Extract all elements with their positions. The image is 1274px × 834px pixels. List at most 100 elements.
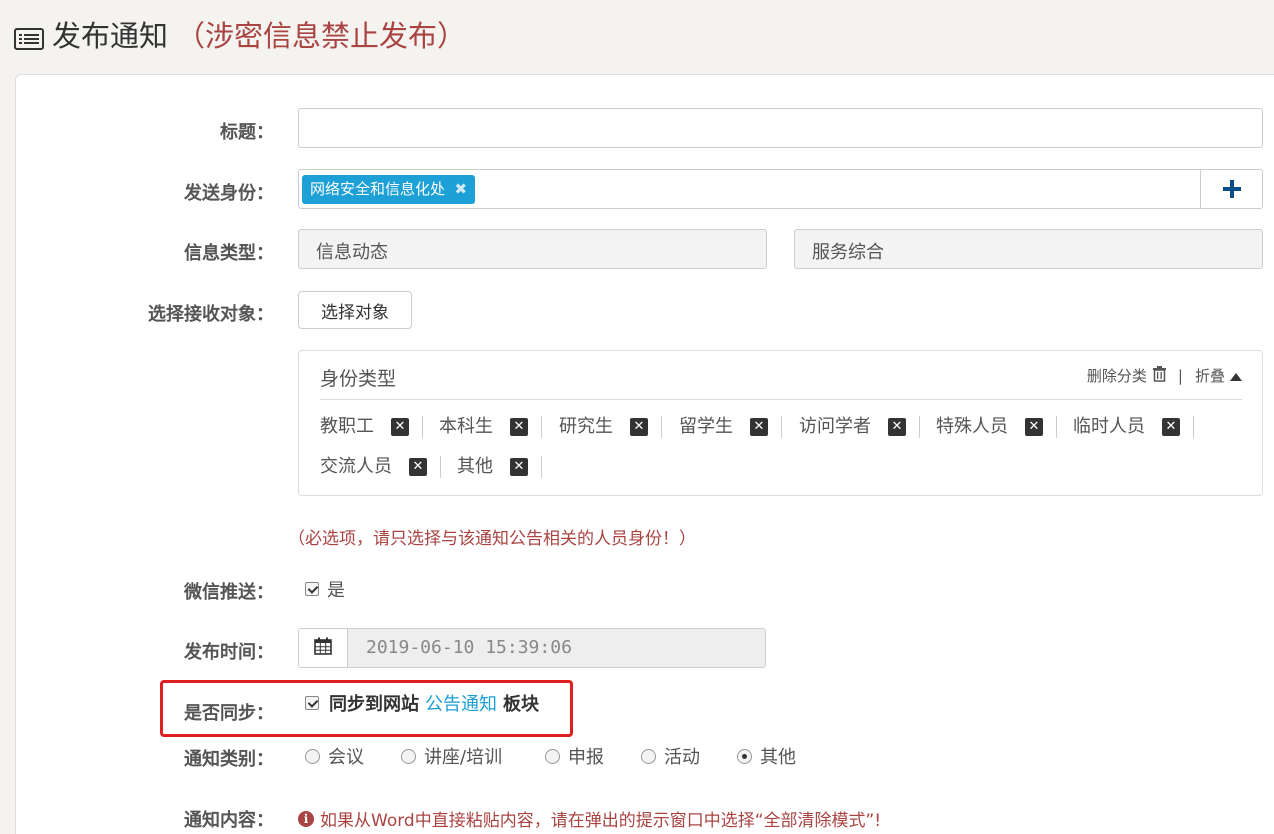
select-recipients-button[interactable]: 选择对象 — [298, 291, 412, 329]
content-hint: i 如果从Word中直接粘贴内容，请在弹出的提示窗口中选择“全部清除模式”! — [298, 806, 881, 831]
actions-separator: | — [1177, 366, 1183, 385]
add-sender-button[interactable] — [1200, 170, 1262, 208]
info-type-primary-select[interactable]: 信息动态 — [298, 229, 767, 269]
identity-chip-faculty: 教职工 ✕ — [320, 415, 423, 439]
page-title-warning: （涉密信息禁止发布） — [176, 19, 467, 53]
chip-label: 其他 — [457, 456, 493, 477]
category-radio-meeting[interactable]: 会议 — [305, 743, 364, 769]
required-hint: （必选项，请只选择与该通知公告相关的人员身份！） — [288, 529, 696, 549]
title-label: 标题： — [220, 122, 274, 143]
radio-label: 会议 — [328, 747, 364, 768]
remove-chip-icon[interactable]: ✕ — [1162, 418, 1180, 436]
calendar-button[interactable] — [299, 629, 348, 667]
publish-time-label: 发布时间： — [184, 642, 274, 663]
info-type-secondary-select[interactable]: 服务综合 — [794, 229, 1263, 269]
trash-icon — [1152, 365, 1166, 386]
category-radio-lecture[interactable]: 讲座/培训 — [401, 743, 502, 769]
chip-label: 交流人员 — [320, 456, 392, 477]
radio-button[interactable] — [641, 748, 656, 764]
page-header: 发布通知 （涉密信息禁止发布） — [14, 14, 466, 54]
title-input[interactable] — [298, 108, 1263, 148]
delete-category-label: 删除分类 — [1086, 367, 1147, 385]
sync-checkbox[interactable] — [305, 696, 319, 710]
identity-chip-undergrad: 本科生 ✕ — [439, 415, 542, 439]
wechat-option-label: 是 — [327, 580, 345, 601]
radio-button[interactable] — [305, 748, 320, 764]
delete-category-button[interactable]: 删除分类 — [1087, 365, 1166, 386]
category-radio-activity[interactable]: 活动 — [641, 743, 700, 769]
chip-label: 留学生 — [679, 416, 733, 437]
remove-tag-icon[interactable]: ✖ — [454, 175, 467, 204]
identity-type-box: 身份类型 删除分类 | 折叠 教职工 ✕ 本科生 ✕ 研究生 ✕ 留学生 ✕ 访问学者 ✕… — [298, 350, 1263, 496]
remove-chip-icon[interactable]: ✕ — [1025, 418, 1043, 436]
sender-tag[interactable]: 网络安全和信息化处 ✖ — [302, 175, 476, 204]
chip-label: 临时人员 — [1073, 416, 1145, 437]
page-title: 发布通知 — [52, 19, 169, 53]
info-type-primary-value: 信息动态 — [316, 242, 388, 263]
info-type-label: 信息类型： — [184, 243, 274, 264]
remove-chip-icon[interactable]: ✕ — [510, 458, 528, 476]
identity-chip-special: 特殊人员 ✕ — [936, 415, 1057, 439]
chip-label: 特殊人员 — [936, 416, 1008, 437]
sender-label: 发送身份： — [184, 183, 274, 204]
category-label: 通知类别： — [184, 749, 274, 770]
wechat-label: 微信推送： — [184, 582, 274, 603]
list-icon — [14, 23, 44, 50]
chip-divider — [1193, 416, 1194, 438]
content-label: 通知内容： — [184, 810, 274, 831]
chip-label: 研究生 — [559, 416, 613, 437]
remove-chip-icon[interactable]: ✕ — [510, 418, 528, 436]
identity-chip-exchange: 交流人员 ✕ — [320, 455, 441, 479]
publish-time-field[interactable]: 2019-06-10 15:39:06 — [298, 628, 766, 668]
publish-time-value[interactable]: 2019-06-10 15:39:06 — [348, 629, 765, 667]
radio-button[interactable] — [545, 748, 560, 764]
info-type-secondary-value: 服务综合 — [812, 242, 884, 263]
remove-chip-icon[interactable]: ✕ — [391, 418, 409, 436]
identity-box-actions: 删除分类 | 折叠 — [1087, 365, 1242, 386]
identity-type-title: 身份类型 — [320, 368, 397, 390]
content-hint-text: 如果从Word中直接粘贴内容，请在弹出的提示窗口中选择“全部清除模式”! — [320, 811, 882, 831]
collapse-label: 折叠 — [1194, 367, 1225, 385]
radio-button[interactable] — [401, 748, 416, 764]
wechat-checkbox[interactable] — [305, 582, 319, 596]
chip-divider — [919, 416, 920, 438]
recipients-label: 选择接收对象： — [148, 304, 274, 325]
chip-divider — [1056, 416, 1057, 438]
chip-label: 教职工 — [320, 416, 374, 437]
sender-field[interactable]: 网络安全和信息化处 ✖ — [298, 169, 1263, 209]
radio-label: 申报 — [568, 747, 604, 768]
sync-section-link[interactable]: 公告通知 — [425, 690, 497, 716]
collapse-button[interactable]: 折叠 — [1195, 365, 1242, 386]
chip-divider — [781, 416, 782, 438]
chip-divider — [661, 416, 662, 438]
radio-label: 其他 — [760, 747, 796, 768]
wechat-checkbox-option[interactable]: 是 — [305, 576, 345, 602]
info-circle-icon: i — [298, 810, 314, 827]
remove-chip-icon[interactable]: ✕ — [888, 418, 906, 436]
identity-box-divider — [320, 399, 1242, 400]
sync-label: 是否同步： — [184, 703, 274, 724]
radio-button-selected[interactable] — [737, 748, 752, 764]
identity-chip-visiting-scholar: 访问学者 ✕ — [799, 415, 920, 439]
category-radio-application[interactable]: 申报 — [545, 743, 604, 769]
identity-chip-graduate: 研究生 ✕ — [559, 415, 662, 439]
sender-tag-label: 网络安全和信息化处 — [310, 180, 446, 198]
chip-divider — [541, 456, 542, 478]
category-radio-other[interactable]: 其他 — [737, 743, 796, 769]
chip-divider — [440, 456, 441, 478]
radio-label: 讲座/培训 — [424, 747, 503, 768]
remove-chip-icon[interactable]: ✕ — [750, 418, 768, 436]
identity-chip-other: 其他 ✕ — [457, 455, 542, 479]
chip-label: 访问学者 — [799, 416, 871, 437]
remove-chip-icon[interactable]: ✕ — [630, 418, 648, 436]
calendar-icon — [314, 637, 332, 659]
chip-divider — [541, 416, 542, 438]
sync-prefix: 同步到网站 — [329, 694, 419, 715]
sync-option[interactable]: 同步到网站 公告通知 板块 — [305, 690, 539, 716]
identity-chip-intl-student: 留学生 ✕ — [679, 415, 782, 439]
sync-suffix: 板块 — [503, 694, 539, 715]
caret-up-icon — [1230, 367, 1242, 385]
remove-chip-icon[interactable]: ✕ — [409, 458, 427, 476]
identity-chip-temporary: 临时人员 ✕ — [1073, 415, 1194, 439]
radio-label: 活动 — [664, 747, 700, 768]
